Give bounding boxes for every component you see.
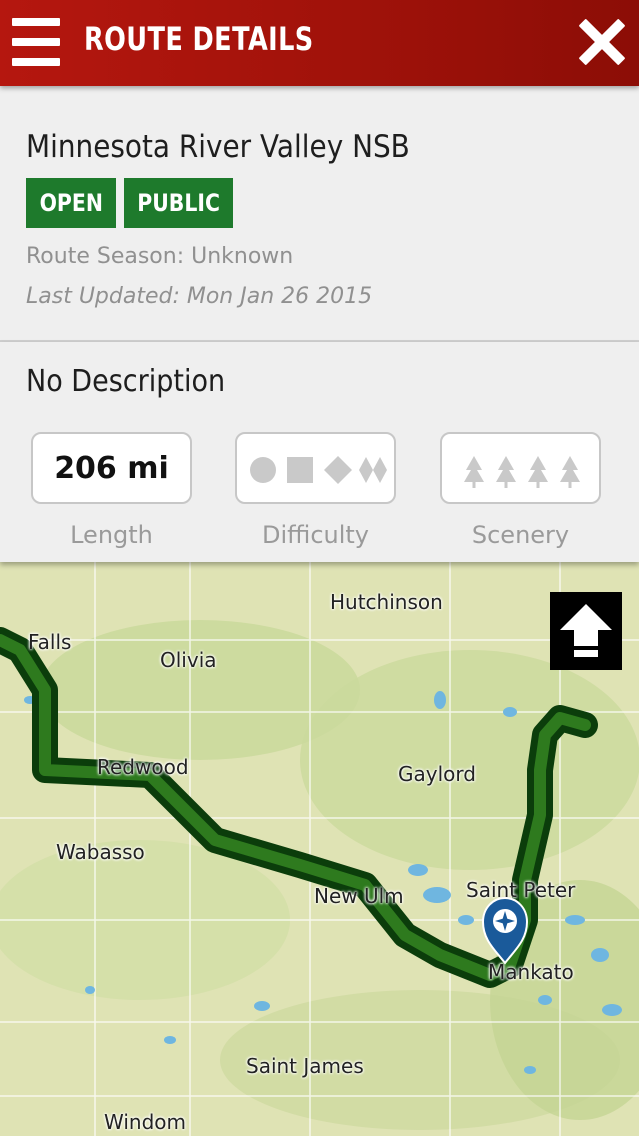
difficulty-icons [250, 456, 387, 484]
scenery-stat-box [440, 432, 601, 504]
description-panel: No Description 206 mi Length Difficulty [0, 342, 639, 562]
difficulty-label: Difficulty [261, 521, 370, 549]
diamond-icon [324, 456, 352, 484]
map-town-label: New Ulm [314, 884, 404, 908]
map-town-label: Redwood [97, 755, 189, 779]
close-icon[interactable] [578, 18, 626, 66]
tree-icon [528, 456, 548, 482]
map-town-label: Mankato [488, 960, 574, 984]
map-town-label: Gaylord [398, 762, 476, 786]
map-town-label: Olivia [160, 648, 217, 672]
status-badge-open: OPEN [26, 178, 116, 228]
double-diamond-icon [359, 457, 387, 483]
menu-icon[interactable] [12, 18, 60, 66]
tree-icon [464, 456, 484, 482]
tree-icon [496, 456, 516, 482]
map-town-label: Windom [104, 1110, 186, 1134]
length-stat-box: 206 mi [31, 432, 192, 504]
page-title: ROUTE DETAILS [84, 20, 314, 58]
route-season: Route Season: Unknown [26, 244, 294, 269]
square-icon [287, 457, 313, 483]
scroll-up-button[interactable] [550, 592, 622, 670]
circle-icon [250, 457, 276, 483]
map-town-label: Falls [28, 630, 72, 654]
route-description: No Description [26, 364, 226, 399]
map-town-label: Saint James [246, 1054, 364, 1078]
scenery-icons [464, 456, 580, 488]
route-map[interactable]: Hutchinson Falls Olivia Redwood Gaylord … [0, 562, 639, 1136]
top-app-bar: ROUTE DETAILS [0, 0, 639, 86]
map-town-label: Hutchinson [330, 590, 443, 614]
difficulty-stat-box [235, 432, 396, 504]
tree-icon [560, 456, 580, 482]
last-updated: Last Updated: Mon Jan 26 2015 [26, 284, 373, 309]
length-label: Length [70, 521, 153, 549]
scenery-label: Scenery [471, 521, 570, 549]
access-badge-public: PUBLIC [124, 178, 233, 228]
map-town-label: Saint Peter [466, 878, 576, 902]
arrow-up-icon [560, 604, 612, 657]
length-value: 206 mi [54, 451, 169, 486]
route-name: Minnesota River Valley NSB [26, 129, 410, 165]
map-town-label: Wabasso [56, 840, 145, 864]
